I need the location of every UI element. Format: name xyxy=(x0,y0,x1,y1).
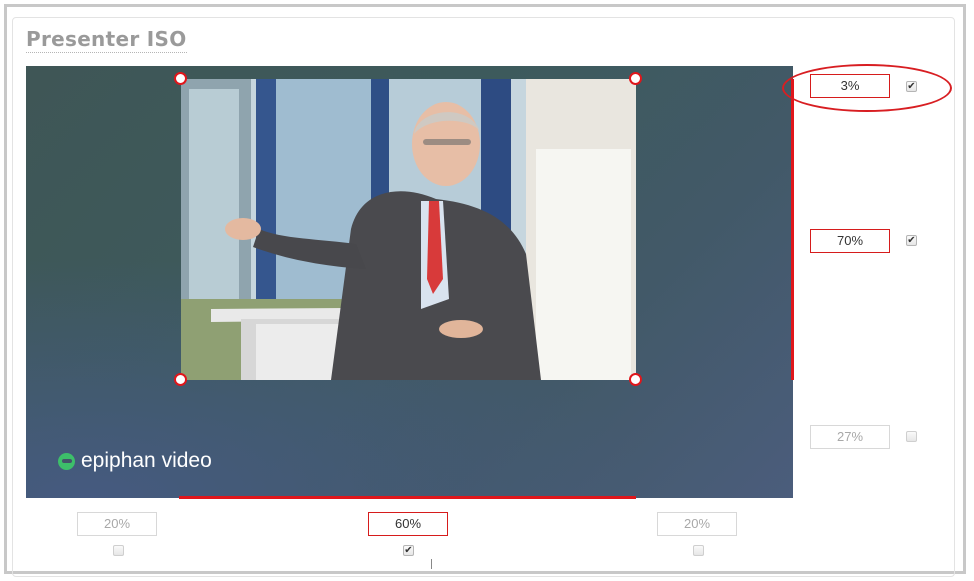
bottom-percent-input[interactable]: 27% xyxy=(810,425,890,449)
top-percent-input[interactable]: 3% xyxy=(810,74,890,98)
panel-title: Presenter ISO xyxy=(26,27,187,53)
width-percent-checkbox[interactable]: ✔ xyxy=(403,545,414,556)
top-percent-checkbox[interactable]: ✔ xyxy=(906,81,917,92)
presenter-video-source[interactable] xyxy=(181,79,636,380)
resize-handle-top-left[interactable] xyxy=(174,72,187,85)
logo: epiphan video xyxy=(58,446,212,476)
bottom-percent-checkbox[interactable] xyxy=(906,431,917,442)
height-percent-input[interactable]: 70% xyxy=(810,229,890,253)
left-percent-checkbox[interactable] xyxy=(113,545,124,556)
right-percent-checkbox[interactable] xyxy=(693,545,704,556)
left-percent-input[interactable]: 20% xyxy=(77,512,157,536)
epiphan-logo-icon xyxy=(58,452,75,470)
logo-text: epiphan video xyxy=(81,449,212,472)
resize-handle-top-right[interactable] xyxy=(629,72,642,85)
width-percent-input[interactable]: 60% xyxy=(368,512,448,536)
text-cursor-mark xyxy=(431,559,432,569)
right-percent-input[interactable]: 20% xyxy=(657,512,737,536)
height-guide-line xyxy=(791,79,794,380)
width-guide-line xyxy=(179,496,636,499)
height-percent-checkbox[interactable]: ✔ xyxy=(906,235,917,246)
presenter-photo xyxy=(181,79,636,380)
resize-handle-bottom-left[interactable] xyxy=(174,373,187,386)
resize-handle-bottom-right[interactable] xyxy=(629,373,642,386)
